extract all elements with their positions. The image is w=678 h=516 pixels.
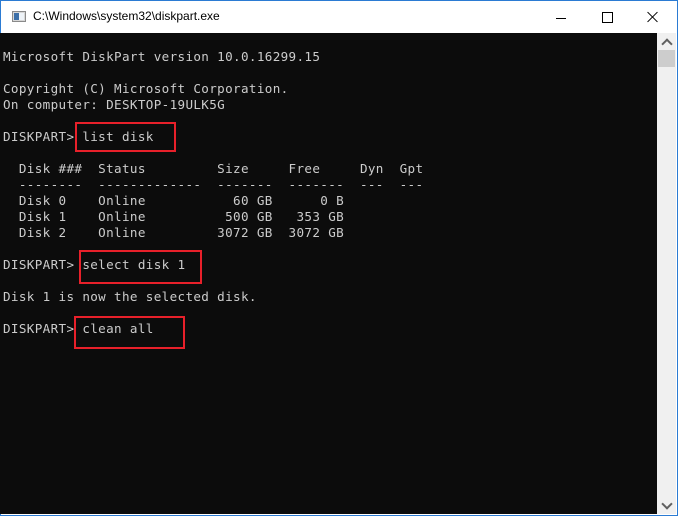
scroll-down-button[interactable] <box>657 497 676 514</box>
console-line-command-list-disk: DISKPART> list disk <box>3 129 154 144</box>
console-line-version: Microsoft DiskPart version 10.0.16299.15 <box>3 49 321 64</box>
chevron-down-icon <box>660 497 673 510</box>
vertical-scrollbar[interactable] <box>657 33 676 514</box>
console-line-command-clean-all: DISKPART> clean all <box>3 321 154 336</box>
console-output[interactable]: Microsoft DiskPart version 10.0.16299.15… <box>0 33 657 514</box>
close-icon <box>647 11 659 23</box>
scroll-thumb[interactable] <box>658 50 675 67</box>
console-line-selected-message: Disk 1 is now the selected disk. <box>3 289 257 304</box>
disk-table-row: Disk 0 Online 60 GB 0 B <box>3 193 345 208</box>
window-title: C:\Windows\system32\diskpart.exe <box>33 9 220 23</box>
disk-table-header: Disk ### Status Size Free Dyn Gpt <box>3 161 424 176</box>
console-app-icon[interactable] <box>12 11 26 22</box>
console-line-computer: On computer: DESKTOP-19ULK5G <box>3 97 226 112</box>
chevron-up-icon <box>660 37 673 50</box>
console-line-copyright: Copyright (C) Microsoft Corporation. <box>3 81 289 96</box>
minimize-icon <box>556 17 566 19</box>
disk-table-row: Disk 1 Online 500 GB 353 GB <box>3 209 345 224</box>
scroll-up-button[interactable] <box>657 33 676 50</box>
maximize-icon <box>601 11 613 23</box>
title-bar[interactable]: C:\Windows\system32\diskpart.exe <box>1 1 677 33</box>
console-line-command-select-disk: DISKPART> select disk 1 <box>3 257 186 272</box>
maximize-button[interactable] <box>584 1 630 33</box>
close-button[interactable] <box>630 1 676 33</box>
minimize-button[interactable] <box>538 1 584 33</box>
disk-table-row: Disk 2 Online 3072 GB 3072 GB <box>3 225 345 240</box>
disk-table-separator: -------- ------------- ------- ------- -… <box>3 177 424 192</box>
